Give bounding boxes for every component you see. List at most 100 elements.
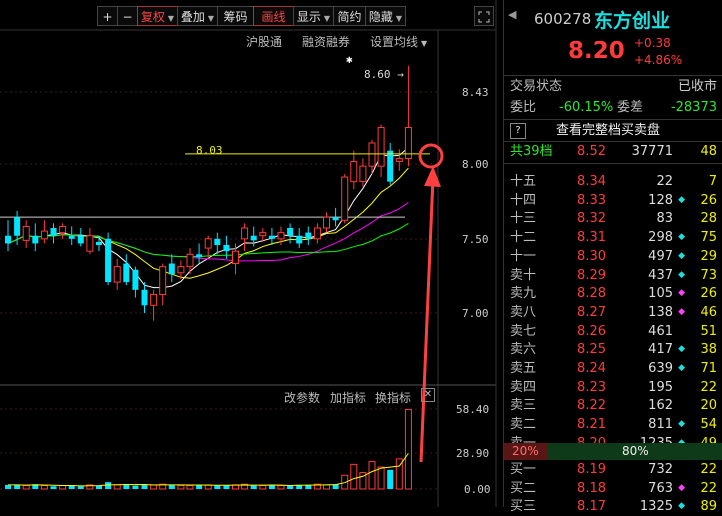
- ask-row[interactable]: 卖二 8.21 811 ◆ 54: [504, 415, 722, 434]
- volume-bar: [113, 484, 121, 490]
- volume-bar: [105, 482, 112, 489]
- ask-price: 8.32: [577, 211, 606, 227]
- add-indicator-button[interactable]: 加指标: [330, 389, 366, 406]
- candle-body: [150, 293, 158, 306]
- candle-body: [22, 225, 30, 241]
- toolbar-button-5[interactable]: 画线: [253, 6, 294, 26]
- ask-row[interactable]: 卖七 8.26 461 51: [504, 322, 722, 341]
- quote-panel: ◀ 600278 东方创业 8.20 +0.38 +4.86% 交易状态 已收市…: [503, 0, 722, 514]
- candle-body: [395, 157, 403, 163]
- ask-row[interactable]: 卖五 8.24 639 ◆ 71: [504, 359, 722, 378]
- toolbar-button-label: 隐藏: [368, 10, 393, 24]
- kline-chart[interactable]: [0, 0, 500, 507]
- volume-bar: [186, 485, 194, 490]
- switch-indicator-button[interactable]: 换指标: [375, 389, 411, 406]
- bid-price: 8.18: [577, 480, 606, 496]
- candle-body: [186, 253, 194, 268]
- volume-bar: [50, 486, 57, 489]
- candle-body: [32, 235, 39, 244]
- toolbar-button-label: 叠加: [180, 10, 205, 24]
- volume-bar: [68, 485, 75, 489]
- candle-body: [59, 225, 67, 234]
- candle-body: [68, 235, 75, 239]
- ask-volume: 461: [648, 323, 673, 339]
- diamond-icon: ◆: [678, 269, 685, 280]
- volume-bar: [277, 485, 285, 490]
- volume-bar: [223, 485, 230, 489]
- high-price-label: 8.60 →: [364, 68, 404, 81]
- ask-price: 8.22: [577, 398, 606, 414]
- ask-price: 8.26: [577, 323, 606, 339]
- toolbar-button-6[interactable]: 显示 ▼: [293, 6, 334, 26]
- toolbar-button-label: −: [122, 10, 133, 24]
- candle-body: [141, 289, 148, 306]
- toolbar-button-8[interactable]: 隐藏 ▼: [365, 6, 406, 26]
- ask-price: 8.28: [577, 286, 606, 302]
- expand-icon[interactable]: [474, 6, 494, 26]
- volume-bar: [123, 484, 130, 489]
- hugutong-link[interactable]: 沪股通: [246, 33, 282, 50]
- star-icon: ✱: [346, 53, 353, 66]
- ask-volume: 298: [648, 230, 673, 246]
- ask-count: 54: [700, 417, 717, 433]
- candle-body: [40, 230, 48, 240]
- toolbar-button-2[interactable]: 复权 ▼: [137, 6, 178, 26]
- diamond-icon: ◆: [678, 194, 685, 205]
- ask-volume: 22: [656, 174, 673, 189]
- ask-row[interactable]: 卖九 8.28 105 ◆ 26: [504, 284, 722, 303]
- ask-count: 7: [708, 174, 717, 189]
- ask-row[interactable]: 卖八 8.27 138 ◆ 46: [504, 303, 722, 322]
- ask-price: 8.27: [577, 304, 606, 320]
- ask-level: 卖十: [510, 267, 537, 283]
- toolbar-button-label: 简约: [337, 10, 362, 24]
- ask-row[interactable]: 十二 8.31 298 ◆ 75: [504, 228, 722, 247]
- price-change: +0.38: [634, 36, 671, 50]
- volume-bar: [177, 485, 185, 490]
- candle-body: [332, 217, 339, 221]
- toolbar-button-7[interactable]: 简约: [333, 6, 366, 26]
- set-ma-button[interactable]: 设置均线 ▼: [370, 33, 427, 50]
- weicha-value: -28373: [670, 100, 717, 115]
- ask-row[interactable]: 十一 8.30 497 ◆ 29: [504, 247, 722, 266]
- ask-row[interactable]: 十四 8.33 128 ◆ 26: [504, 191, 722, 210]
- candle-body: [5, 235, 11, 244]
- chevron-down-icon: ▼: [323, 14, 331, 23]
- ask-volume: 195: [648, 379, 673, 395]
- toolbar-button-1[interactable]: −: [117, 6, 138, 26]
- ask-price: 8.21: [577, 417, 606, 433]
- ask-row[interactable]: 卖四 8.23 195 22: [504, 378, 722, 397]
- candle-body: [159, 266, 167, 295]
- chevron-left-icon[interactable]: ◀: [508, 8, 516, 21]
- toolbar-button-0[interactable]: +: [97, 6, 118, 26]
- rongzi-link[interactable]: 融资融券: [302, 33, 350, 50]
- diamond-icon: ◆: [678, 482, 685, 493]
- view-full-orderbook-button[interactable]: ? 查看完整档买卖盘: [504, 121, 722, 140]
- bid-volume: 763: [648, 480, 673, 496]
- ask-volume: 162: [648, 398, 673, 414]
- ask-row[interactable]: 卖六 8.25 417 ◆ 38: [504, 340, 722, 359]
- weibi-row: 委比 -60.15% 委差 -28373: [504, 98, 722, 117]
- volume-bar: [368, 461, 376, 490]
- close-icon[interactable]: ✕: [421, 388, 435, 402]
- ask-price: 8.34: [577, 174, 606, 189]
- ask-row[interactable]: 卖三 8.22 162 20: [504, 396, 722, 415]
- stock-code: 600278: [534, 10, 592, 28]
- price-tick: 7.50: [462, 233, 489, 246]
- volume-bar: [350, 463, 358, 490]
- bid-row[interactable]: 买二 8.18 763 ◆ 22: [504, 479, 722, 498]
- ask-price: 8.30: [577, 248, 606, 264]
- candle-body: [196, 254, 203, 258]
- candle-body: [313, 227, 321, 240]
- ask-level: 十五: [510, 174, 537, 189]
- ask-row[interactable]: 十五 8.34 22 7: [504, 172, 722, 191]
- buy-sell-ratio-bar: 20% 80%: [504, 443, 722, 460]
- ask-row[interactable]: 卖十 8.29 437 ◆ 73: [504, 266, 722, 285]
- ask-row[interactable]: 十三 8.32 83 28: [504, 209, 722, 228]
- toolbar-button-4[interactable]: 筹码: [217, 6, 254, 26]
- bid-count: 22: [700, 480, 717, 496]
- toolbar-button-3[interactable]: 叠加 ▼: [177, 6, 218, 26]
- diamond-icon: ◆: [678, 288, 685, 299]
- bid-row[interactable]: 买一 8.19 732 22: [504, 460, 722, 479]
- ask-count: 26: [700, 286, 717, 302]
- change-params-button[interactable]: 改参数: [284, 389, 320, 406]
